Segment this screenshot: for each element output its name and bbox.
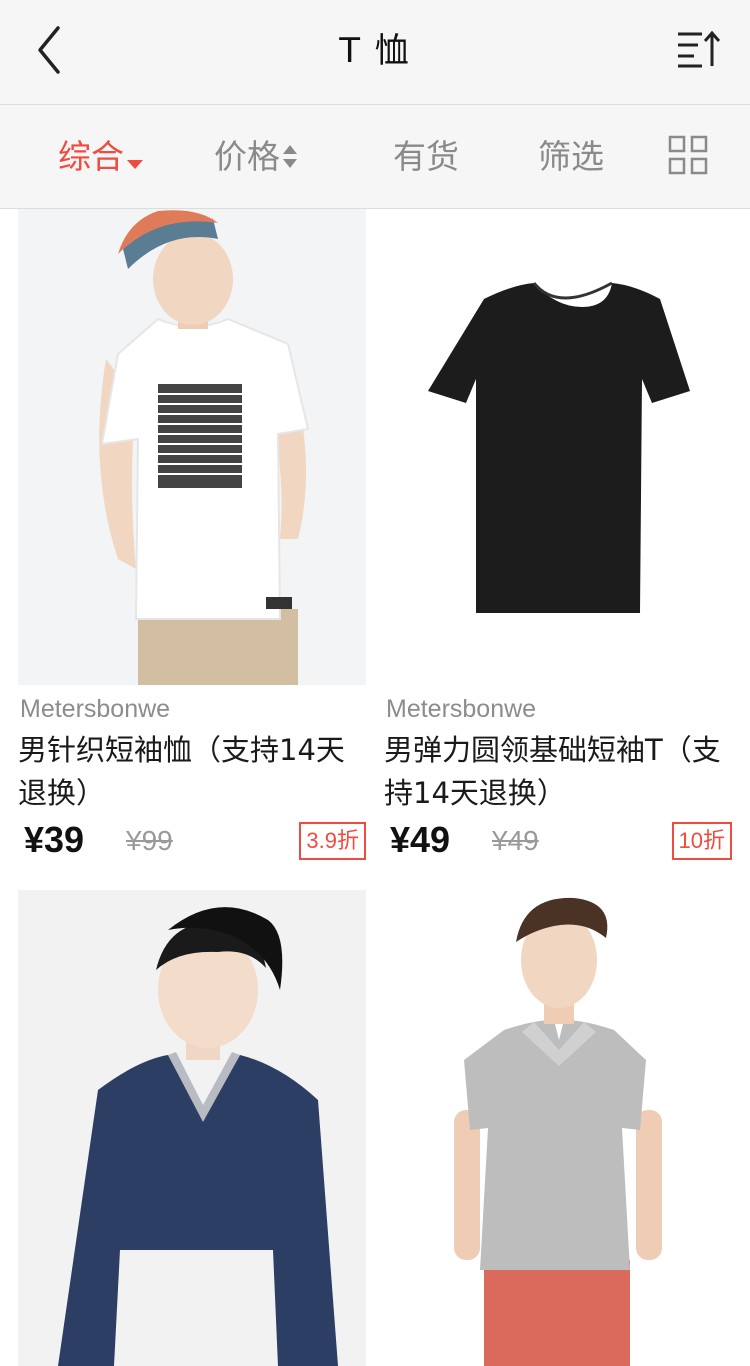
product-name[interactable]: 男弹力圆领基础短袖T（支持14天退换） bbox=[384, 729, 734, 815]
sort-menu-button[interactable] bbox=[676, 28, 726, 76]
sort-list-icon bbox=[678, 30, 721, 68]
page-title: T 恤 bbox=[339, 31, 411, 71]
discount-badge: 10折 bbox=[671, 822, 732, 860]
filter-bar: 综合 价格 有货 筛选 bbox=[0, 105, 750, 209]
tab-filter[interactable]: 筛选 bbox=[538, 105, 604, 208]
tab-price[interactable]: 价格 bbox=[214, 105, 298, 208]
grid-view-toggle[interactable] bbox=[668, 135, 708, 175]
tab-general[interactable]: 综合 bbox=[58, 105, 144, 208]
product-price: ¥39 bbox=[24, 819, 85, 860]
top-nav-bar: T 恤 bbox=[0, 0, 750, 105]
discount-badge: 3.9折 bbox=[299, 822, 366, 860]
product-image[interactable] bbox=[384, 890, 732, 1366]
tab-in-stock[interactable]: 有货 bbox=[393, 105, 459, 208]
caret-down-icon bbox=[126, 107, 144, 210]
product-original-price: ¥99 bbox=[126, 825, 173, 856]
product-image[interactable] bbox=[384, 209, 732, 685]
product-name[interactable]: 男针织短袖恤（支持14天退换） bbox=[18, 729, 368, 815]
tab-general-label: 综合 bbox=[58, 137, 124, 176]
product-brand: Metersbonwe bbox=[386, 695, 537, 723]
tab-price-label: 价格 bbox=[214, 137, 280, 176]
grid-view-icon bbox=[668, 135, 708, 175]
product-brand: Metersbonwe bbox=[20, 695, 171, 723]
product-price: ¥49 bbox=[390, 819, 451, 860]
product-image[interactable] bbox=[18, 890, 366, 1366]
sort-updown-icon bbox=[282, 107, 298, 210]
product-original-price: ¥49 bbox=[492, 825, 539, 856]
product-image[interactable] bbox=[18, 209, 366, 685]
